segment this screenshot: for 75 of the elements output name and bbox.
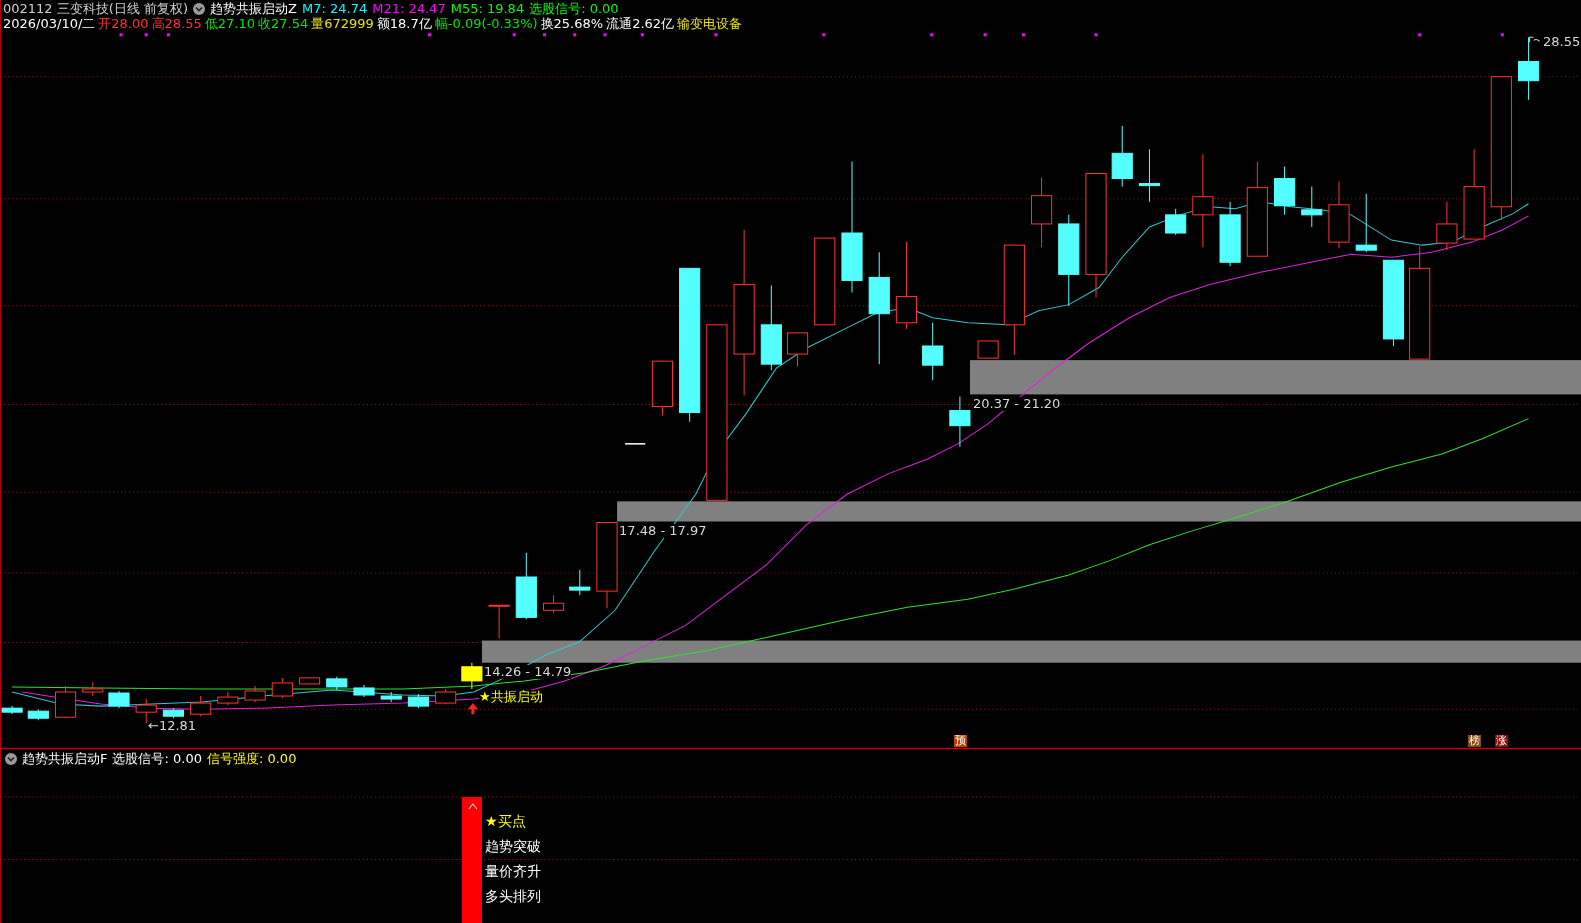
signal-label: 多头排列	[485, 888, 541, 905]
candlestick	[461, 662, 483, 690]
candlestick	[1273, 165, 1296, 216]
quote-value: 高28.55	[151, 17, 202, 31]
candlestick	[1436, 201, 1458, 251]
candlestick	[1030, 177, 1053, 248]
candlestick	[435, 688, 457, 705]
candlestick	[244, 685, 266, 703]
candlestick	[488, 604, 510, 640]
candlestick	[380, 691, 402, 703]
up-arrow-icon	[467, 703, 478, 715]
security-title: 002112 三变科技(日线 前复权)	[3, 2, 189, 16]
candlestick	[27, 708, 49, 721]
zone-label: 20.37 - 21.20	[973, 397, 1061, 412]
candlestick	[651, 360, 674, 417]
candlestick	[217, 691, 239, 706]
price-dash	[624, 443, 647, 445]
quote-value: 低27.10	[204, 17, 255, 31]
candlestick	[515, 552, 537, 620]
tag: 榜	[1468, 735, 1482, 747]
zone-label: 14.26 - 14.79	[483, 665, 572, 680]
candlestick	[949, 395, 971, 448]
zone-label: 17.48 - 17.97	[619, 524, 707, 539]
candlestick	[1165, 208, 1187, 236]
indicator-value: 选股信号: 0.00	[529, 2, 619, 16]
candlestick	[407, 693, 430, 709]
candlestick	[542, 594, 565, 614]
signal-label: ★共振启动	[479, 690, 543, 704]
quote-value: 流通2.62亿	[606, 17, 675, 31]
tag: 涨	[1495, 735, 1509, 747]
dropdown-icon[interactable]	[193, 3, 206, 15]
indicator-value: 选股信号: 0.00	[112, 752, 202, 766]
candlestick	[1328, 181, 1350, 249]
candlestick	[108, 690, 130, 709]
signal-label: 量价齐升	[485, 863, 541, 880]
signal-label: 趋势突破	[485, 837, 541, 854]
candlestick	[162, 707, 184, 719]
candlestick	[977, 340, 999, 359]
indicator-value: 信号强度: 0.00	[206, 752, 297, 766]
quote-value: 输变电设备	[677, 17, 743, 31]
candlestick	[82, 681, 104, 697]
candlestick	[1111, 125, 1133, 188]
candlestick	[922, 322, 944, 381]
candlestick	[271, 677, 293, 699]
candlestick	[1, 705, 23, 715]
quote-value: 额18.7亿	[376, 17, 432, 31]
quote-value: 2026/03/10/二	[3, 17, 96, 31]
dropdown-icon[interactable]	[5, 753, 17, 765]
candlestick	[1518, 36, 1540, 101]
candlestick	[1355, 193, 1377, 253]
indicator-name: 趋势共振启动F	[22, 752, 108, 766]
tag: 预	[953, 735, 967, 747]
candlestick	[326, 676, 348, 691]
quote-value: 量672999	[311, 17, 374, 31]
signal-label: ★买点	[485, 812, 526, 829]
candlestick	[353, 684, 375, 698]
candlestick	[1219, 201, 1241, 267]
candlestick	[298, 677, 321, 685]
candlestick	[1301, 186, 1323, 228]
indicator-name: 趋势共振启动Z	[210, 2, 297, 16]
quote-value: 开28.00	[98, 17, 149, 31]
candlestick	[190, 695, 212, 717]
quote-value: 幅-0.09(-0.33%)	[434, 17, 538, 31]
candlestick	[54, 685, 77, 719]
low-price-label: ←12.81	[148, 719, 197, 733]
quote-value: 收27.54	[257, 17, 309, 31]
caret-icon	[468, 803, 478, 810]
candlestick	[786, 332, 809, 367]
candlestick	[1138, 148, 1161, 203]
indicator-value: M7: 24.74	[301, 2, 368, 16]
indicator-value: M55: 19.84	[450, 2, 525, 16]
candlestick	[569, 569, 591, 596]
high-price-label: 28.55	[1543, 35, 1581, 49]
indicator-value: M21: 24.47	[372, 2, 446, 16]
quote-value: 换25.68%	[540, 17, 604, 31]
